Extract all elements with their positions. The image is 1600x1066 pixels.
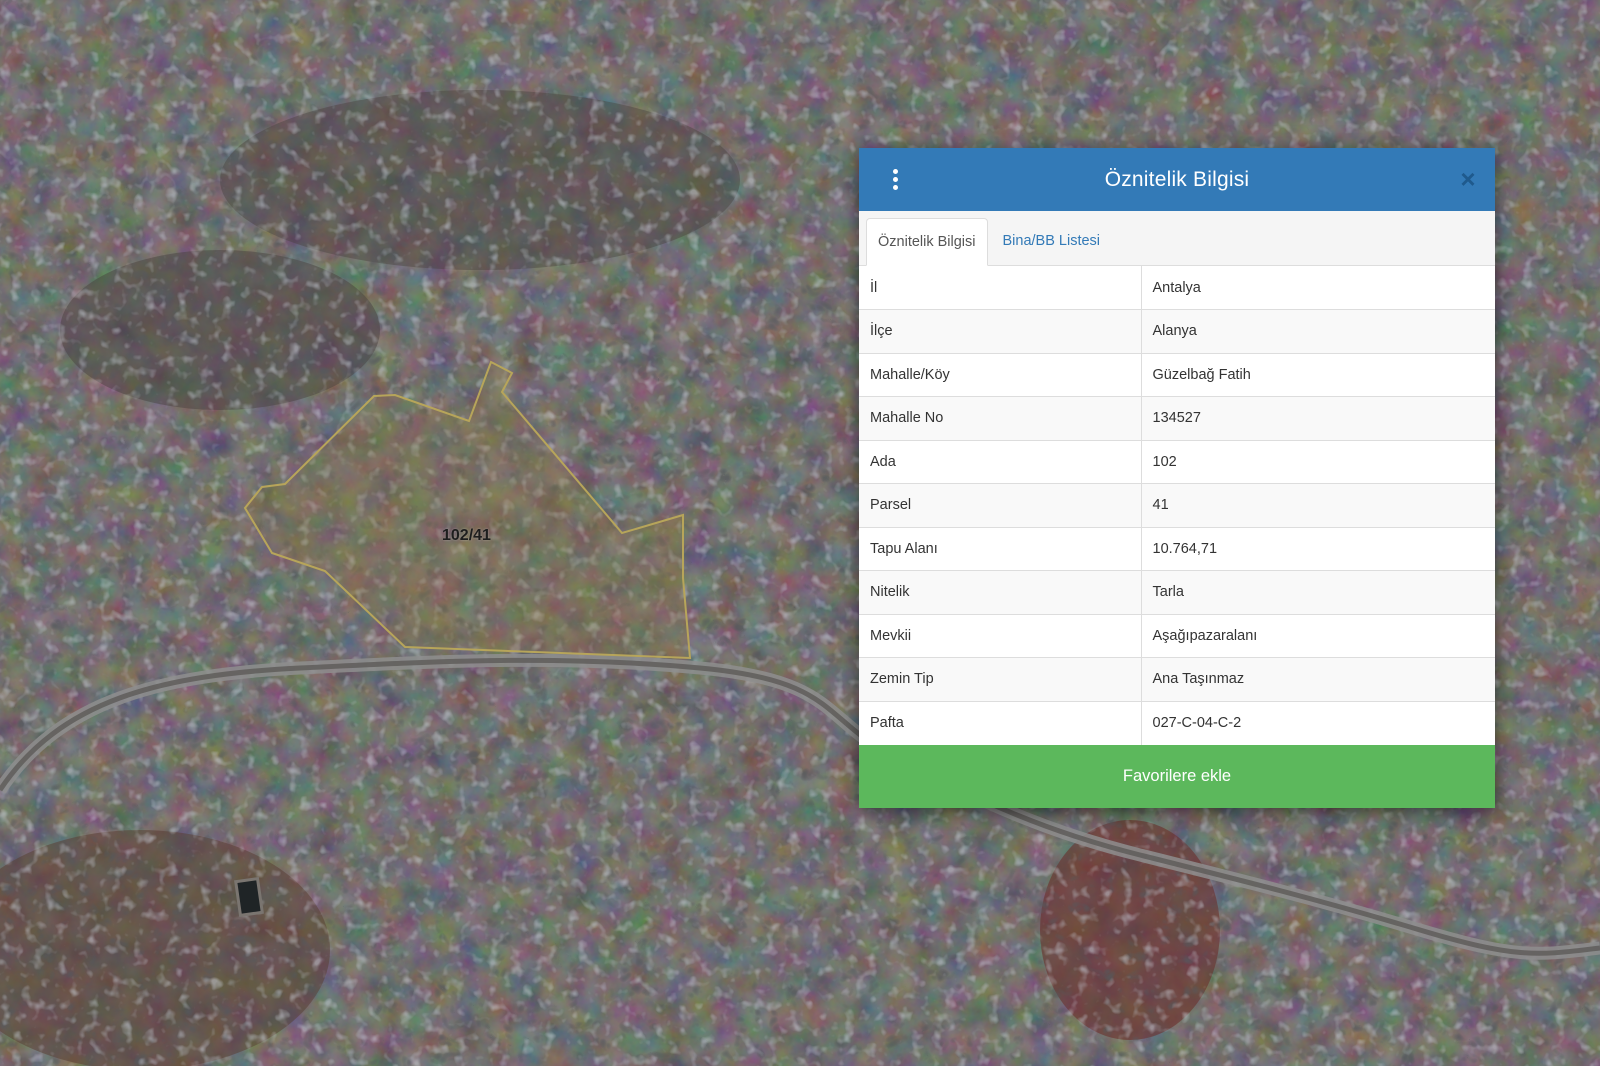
close-icon[interactable]: × — [1455, 166, 1481, 192]
row-value: Tarla — [1141, 570, 1495, 614]
row-value: Alanya — [1141, 309, 1495, 353]
row-key: Tapu Alanı — [859, 526, 1142, 571]
row-key: İl — [859, 266, 1142, 310]
table-row: Parsel 41 — [859, 483, 1495, 527]
tab-bar: Öznitelik Bilgisi Bina/BB Listesi — [859, 211, 1495, 266]
row-value: 027-C-04-C-2 — [1141, 700, 1495, 745]
table-row: Ada 102 — [859, 439, 1495, 484]
water-tank — [234, 876, 264, 918]
row-key: Parsel — [859, 483, 1142, 527]
row-value: Güzelbağ Fatih — [1141, 352, 1495, 397]
add-to-favorites-button[interactable]: Favorilere ekle — [859, 744, 1495, 808]
attribute-table: İl Antalya İlçe Alanya Mahalle/Köy Güzel… — [859, 266, 1495, 745]
row-value: 102 — [1141, 439, 1495, 484]
tab-attribute-info[interactable]: Öznitelik Bilgisi — [866, 218, 988, 266]
table-row: Mevkii Aşağıpazaralanı — [859, 613, 1495, 658]
row-value: Antalya — [1152, 279, 1201, 296]
row-key: Mahalle/Köy — [859, 352, 1142, 397]
row-key: Ada — [859, 439, 1142, 484]
row-value: Ana Taşınmaz — [1141, 657, 1495, 701]
row-key: Mevkii — [859, 613, 1142, 658]
vertical-ellipsis-icon[interactable] — [883, 162, 907, 196]
popup-title: Öznitelik Bilgisi — [1104, 167, 1250, 191]
table-row: Nitelik Tarla — [859, 570, 1495, 614]
row-key: Mahalle No — [859, 396, 1142, 440]
row-value: Aşağıpazaralanı — [1141, 613, 1495, 658]
row-value: 41 — [1141, 483, 1495, 527]
tab-building-list[interactable]: Bina/BB Listesi — [992, 217, 1112, 265]
popup-header: Öznitelik Bilgisi × — [859, 148, 1495, 211]
row-key: Zemin Tip — [859, 657, 1142, 701]
row-value: 134527 — [1141, 396, 1495, 440]
row-key: Nitelik — [859, 570, 1142, 614]
row-key: Pafta — [859, 700, 1142, 745]
table-row: Tapu Alanı 10.764,71 — [859, 526, 1495, 571]
row-key: İlçe — [859, 309, 1142, 353]
table-row: Zemin Tip Ana Taşınmaz — [859, 657, 1495, 701]
table-row: Pafta 027-C-04-C-2 — [859, 700, 1495, 745]
table-row: Mahalle/Köy Güzelbağ Fatih — [859, 352, 1495, 397]
row-value: 10.764,71 — [1141, 526, 1495, 571]
attribute-popup: Öznitelik Bilgisi × Öznitelik Bilgisi Bi… — [859, 148, 1495, 808]
table-row: İlçe Alanya — [859, 309, 1495, 353]
table-row: İl Antalya — [859, 266, 1495, 310]
parcel-label: 102/41 — [442, 527, 491, 544]
table-row: Mahalle No 134527 — [859, 396, 1495, 440]
